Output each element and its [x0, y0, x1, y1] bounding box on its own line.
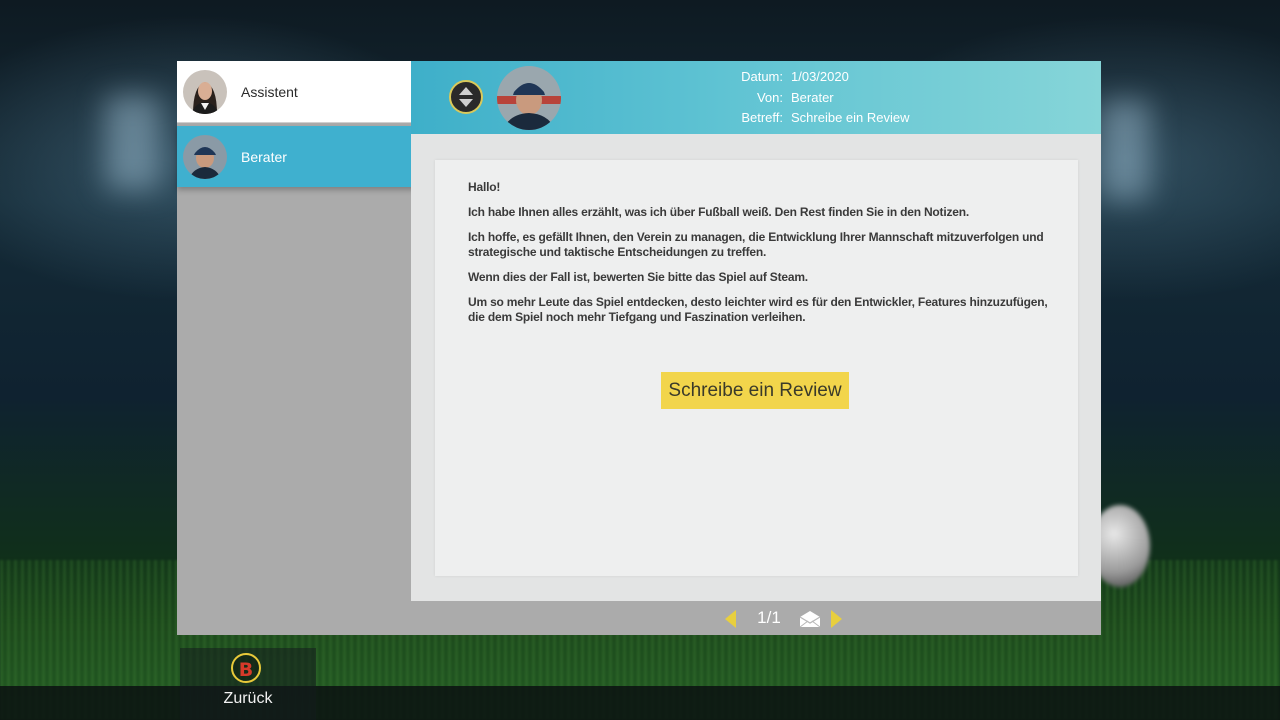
contact-label-berater: Berater: [241, 148, 287, 165]
b-key-icon: B: [231, 653, 261, 683]
message-content-area: Hallo! Ich habe Ihnen alles erzählt, was…: [411, 134, 1101, 601]
stadium-light-right: [1100, 100, 1150, 200]
up-down-icon: [459, 87, 473, 107]
letter-text: Hallo! Ich habe Ihnen alles erzählt, was…: [468, 180, 1053, 335]
meta-von: Von: Berater: [703, 90, 1003, 106]
contact-sidebar: Assistent Berater: [177, 61, 419, 635]
meta-value-datum: 1/03/2020: [791, 69, 849, 84]
write-review-button[interactable]: Schreibe ein Review: [661, 372, 849, 409]
sender-avatar: [497, 66, 561, 130]
previous-page-arrow-icon[interactable]: [725, 610, 736, 628]
next-page-arrow-icon[interactable]: [831, 610, 842, 628]
assistent-avatar: [183, 69, 227, 114]
meta-key-von: Von:: [756, 90, 783, 105]
meta-value-betreff: Schreibe ein Review: [791, 110, 910, 125]
contact-label-assistent: Assistent: [241, 83, 298, 100]
message-header: Datum: 1/03/2020 Von: Berater Betreff: S…: [411, 61, 1101, 134]
contact-item-assistent[interactable]: Assistent: [177, 61, 411, 123]
meta-key-datum: Datum:: [741, 69, 783, 84]
meta-datum: Datum: 1/03/2020: [703, 69, 1003, 85]
mail-panel: Assistent Berater Datum: 1/03/2020 Von: …: [177, 61, 1101, 635]
letter-paragraph: Ich habe Ihnen alles erzählt, was ich üb…: [468, 205, 970, 219]
letter-paragraph: Ich hoffe, es gefällt Ihnen, den Verein …: [468, 230, 1044, 259]
back-label: Zurück: [223, 690, 273, 707]
up-down-toggle-button[interactable]: [449, 80, 483, 114]
meta-betreff: Betreff: Schreibe ein Review: [703, 110, 1003, 126]
letter-paragraph: Wenn dies der Fall ist, bewerten Sie bit…: [468, 270, 808, 284]
stadium-light-left: [105, 95, 160, 190]
envelope-icon: [799, 611, 821, 628]
letter-body: Hallo! Ich habe Ihnen alles erzählt, was…: [435, 160, 1078, 576]
letter-paragraph: Hallo!: [468, 180, 501, 194]
letter-paragraph: Um so mehr Leute das Spiel entdecken, de…: [468, 295, 1048, 324]
back-button[interactable]: B Zurück: [180, 648, 316, 720]
berater-avatar: [183, 134, 227, 179]
meta-key-betreff: Betreff:: [741, 110, 783, 125]
meta-value-von: Berater: [791, 90, 834, 105]
page-count: 1/1: [757, 608, 781, 627]
contact-item-berater[interactable]: Berater: [177, 126, 419, 187]
